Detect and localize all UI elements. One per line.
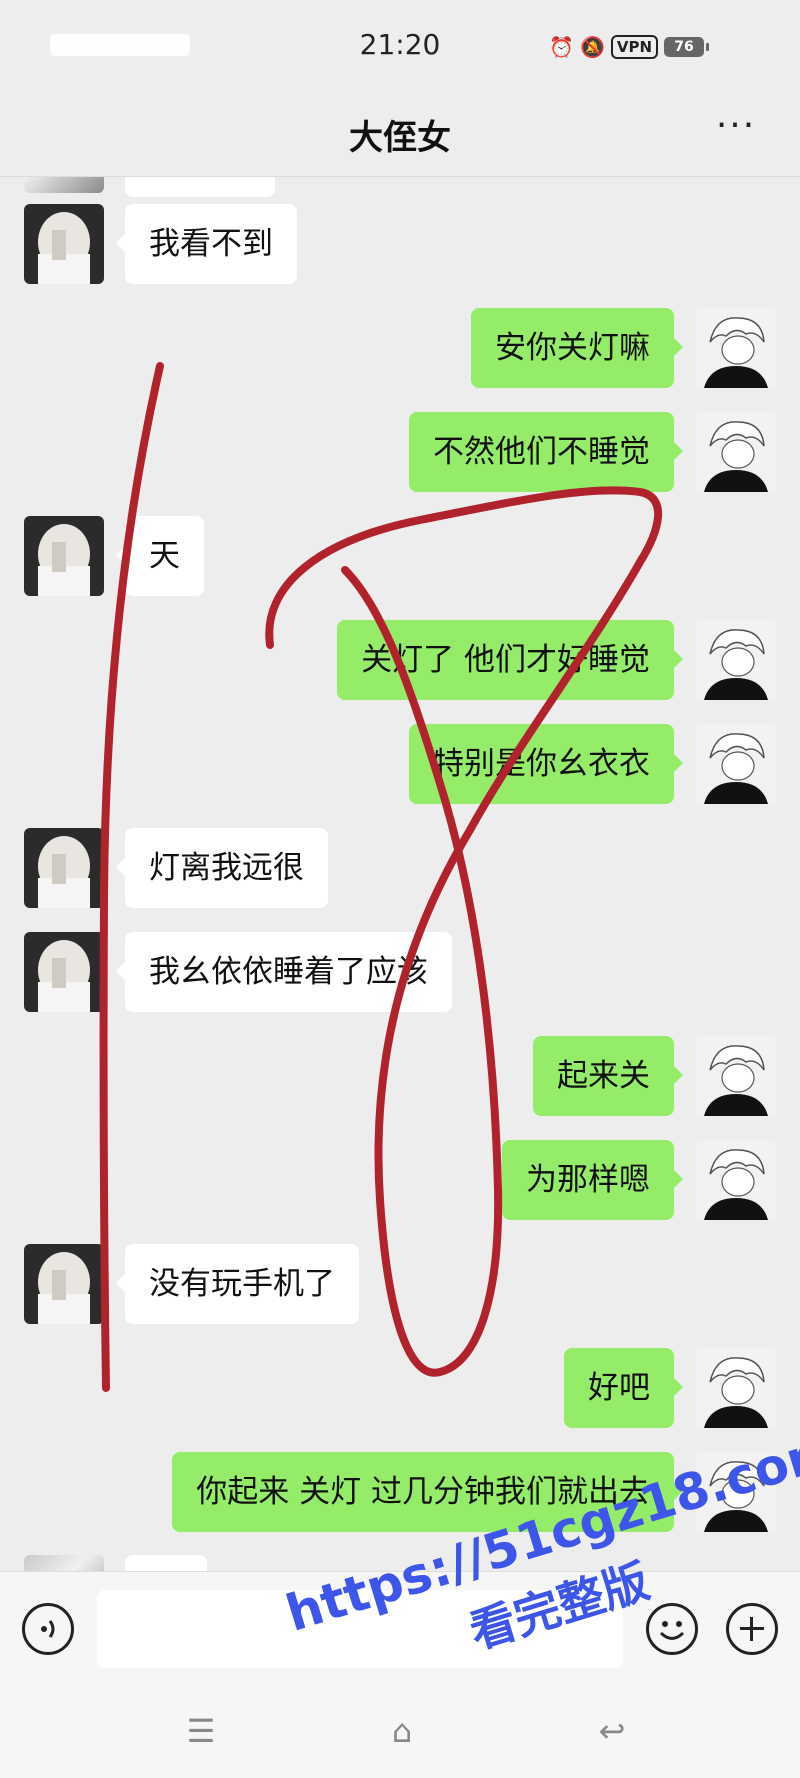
- contact-avatar[interactable]: [24, 516, 104, 596]
- message-bubble-outgoing[interactable]: 安你关灯嘛: [471, 308, 683, 388]
- battery-icon: 76: [664, 37, 709, 57]
- message-bubble-outgoing[interactable]: 特别是你幺衣衣: [409, 724, 683, 804]
- message-list[interactable]: 我看不到 安你关灯嘛 不然他们不睡觉 天 关灯了 他们才好睡觉 特别是你幺衣衣 …: [0, 177, 800, 1571]
- contact-avatar[interactable]: [24, 1244, 104, 1324]
- contact-avatar[interactable]: [24, 932, 104, 1012]
- message-bubble-incoming[interactable]: 没有玩手机了: [116, 1244, 359, 1324]
- contact-avatar[interactable]: [24, 177, 104, 193]
- vpn-badge: VPN: [610, 35, 658, 59]
- avatar-photo-icon: [24, 828, 104, 908]
- status-icons: ⏰ 🔕 VPN 76: [549, 32, 709, 62]
- voice-wave-icon: [41, 1620, 55, 1638]
- alarm-icon: ⏰: [549, 35, 574, 59]
- message-bubble-partial: [125, 1555, 207, 1571]
- anime-avatar-icon: [696, 724, 776, 804]
- message-bubble-partial: [125, 177, 275, 197]
- my-avatar[interactable]: [696, 620, 776, 700]
- message-bubble-outgoing[interactable]: 为那样嗯: [502, 1140, 683, 1220]
- status-bar: 21:20 ⏰ 🔕 VPN 76: [0, 0, 800, 92]
- more-options-button[interactable]: ···: [708, 108, 764, 152]
- my-avatar[interactable]: [696, 1348, 776, 1428]
- contact-avatar[interactable]: [24, 1555, 104, 1571]
- plus-sign-icon: [740, 1617, 764, 1641]
- chat-title: 大侄女: [349, 118, 451, 158]
- chat-header: 大侄女 ···: [0, 92, 800, 177]
- anime-avatar-icon: [696, 1140, 776, 1220]
- avatar-photo-icon: [24, 1244, 104, 1324]
- message-bubble-incoming[interactable]: 天: [116, 516, 204, 596]
- my-avatar[interactable]: [696, 412, 776, 492]
- message-bubble-outgoing[interactable]: 好吧: [564, 1348, 683, 1428]
- menu-icon[interactable]: ☰: [181, 1713, 221, 1749]
- my-avatar[interactable]: [696, 1036, 776, 1116]
- avatar-photo-icon: [24, 204, 104, 284]
- message-bubble-incoming[interactable]: 灯离我远很: [116, 828, 328, 908]
- message-input[interactable]: [97, 1590, 623, 1668]
- home-icon[interactable]: ⌂: [382, 1713, 422, 1749]
- anime-avatar-icon: [696, 1348, 776, 1428]
- voice-icon[interactable]: [22, 1603, 74, 1655]
- message-bubble-outgoing[interactable]: 起来关: [533, 1036, 683, 1116]
- message-bubble-incoming[interactable]: 我看不到: [116, 204, 297, 284]
- contact-avatar[interactable]: [24, 828, 104, 908]
- bell-muted-icon: 🔕: [579, 35, 605, 59]
- avatar-photo-icon: [24, 516, 104, 596]
- message-bubble-outgoing[interactable]: 关灯了 他们才好睡觉: [337, 620, 683, 700]
- message-bubble-incoming[interactable]: 我幺依依睡着了应该: [116, 932, 452, 1012]
- contact-avatar[interactable]: [24, 204, 104, 284]
- system-nav-bar: ☰ ⌂ ↩: [0, 1685, 800, 1778]
- back-icon[interactable]: ↩: [592, 1713, 632, 1749]
- smiley-icon: [659, 1621, 685, 1640]
- my-avatar[interactable]: [696, 1452, 776, 1532]
- avatar-photo-icon: [24, 932, 104, 1012]
- my-avatar[interactable]: [696, 1140, 776, 1220]
- my-avatar[interactable]: [696, 724, 776, 804]
- anime-avatar-icon: [696, 1036, 776, 1116]
- anime-avatar-icon: [696, 1452, 776, 1532]
- message-bubble-outgoing[interactable]: 你起来 关灯 过几分钟我们就出去: [172, 1452, 683, 1532]
- my-avatar[interactable]: [696, 308, 776, 388]
- input-bar: [0, 1571, 800, 1686]
- anime-avatar-icon: [696, 308, 776, 388]
- message-bubble-outgoing[interactable]: 不然他们不睡觉: [409, 412, 683, 492]
- anime-avatar-icon: [696, 412, 776, 492]
- anime-avatar-icon: [696, 620, 776, 700]
- plus-icon[interactable]: [726, 1603, 778, 1655]
- emoji-icon[interactable]: [646, 1603, 698, 1655]
